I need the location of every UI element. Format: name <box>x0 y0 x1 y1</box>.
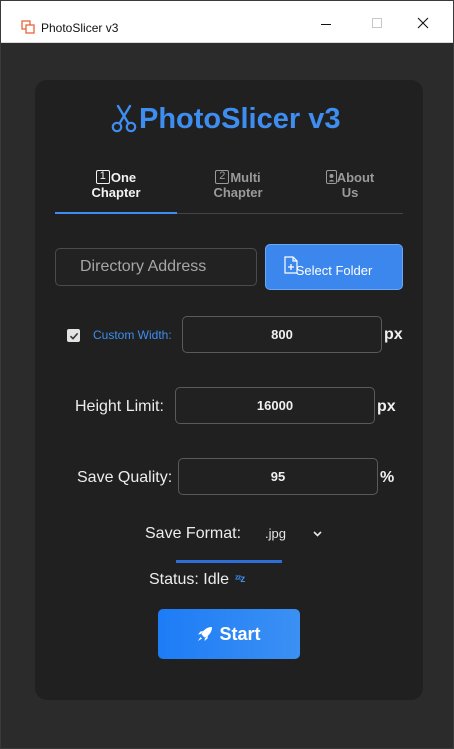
custom-width-checkbox[interactable] <box>67 329 80 342</box>
directory-address-input[interactable] <box>55 248 257 286</box>
window-title: PhotoSlicer v3 <box>41 21 119 35</box>
app-window: PhotoSlicer v3 PhotoSlicer v3 1 One Chapt… <box>0 0 454 749</box>
close-button[interactable] <box>401 9 445 37</box>
quality-unit: % <box>380 469 395 486</box>
active-tab-indicator <box>55 212 177 214</box>
select-folder-button[interactable]: Select Folder <box>265 244 403 290</box>
tab-one-chapter[interactable]: 1 One Chapter <box>55 170 177 210</box>
tab-number-icon: 2 <box>215 170 230 184</box>
title-bar: PhotoSlicer v3 <box>1 1 453 43</box>
tab-label-line1: About <box>289 170 411 185</box>
height-limit-label: Height Limit: <box>75 398 164 415</box>
select-folder-label: Select Folder <box>295 263 373 278</box>
width-unit: px <box>384 326 403 343</box>
sleep-zzz-icon: ᶻᶻz <box>235 574 245 585</box>
scissors-icon <box>111 104 137 133</box>
start-label: Start <box>219 623 261 644</box>
chevron-down-icon[interactable] <box>313 531 322 537</box>
minimize-icon <box>321 23 331 25</box>
app-logo-icon <box>21 20 35 34</box>
minimize-button[interactable] <box>304 9 348 37</box>
format-underline <box>176 560 282 563</box>
tab-label: Multi <box>230 170 261 185</box>
status-text: Status: Idle <box>149 571 230 588</box>
tab-number-icon: 1 <box>95 170 110 184</box>
maximize-button[interactable] <box>355 9 399 37</box>
save-format-label: Save Format: <box>145 525 242 542</box>
checkmark-icon <box>69 332 78 340</box>
tab-label: About <box>336 170 375 185</box>
file-add-icon <box>284 256 298 274</box>
maximize-icon <box>372 18 382 28</box>
tab-label-line1: 1 One <box>55 170 177 185</box>
tab-label-line1: 2 Multi <box>177 170 299 185</box>
tab-label-line2: Us <box>341 185 359 200</box>
tab-label: One <box>110 170 137 185</box>
close-icon <box>417 17 429 29</box>
tab-about-us[interactable]: About Us <box>289 170 411 210</box>
custom-width-input[interactable]: 800 <box>182 316 382 353</box>
document-user-icon <box>325 170 337 184</box>
tab-label-line2: Chapter <box>213 185 263 200</box>
height-limit-input[interactable]: 16000 <box>175 387 375 424</box>
tab-label-line2: Chapter <box>91 185 141 200</box>
app-heading: PhotoSlicer v3 <box>139 103 341 135</box>
tab-multi-chapter[interactable]: 2 Multi Chapter <box>177 170 299 210</box>
start-button[interactable]: Start <box>158 609 300 659</box>
save-quality-input[interactable]: 95 <box>178 458 378 495</box>
custom-width-label: Custom Width: <box>93 328 172 342</box>
status-indicator: Status: Idle ᶻᶻz <box>149 570 245 590</box>
client-area: PhotoSlicer v3 1 One Chapter 2 Multi Chapt… <box>11 44 443 738</box>
height-unit: px <box>377 398 396 415</box>
save-quality-label: Save Quality: <box>77 469 173 486</box>
main-panel: PhotoSlicer v3 1 One Chapter 2 Multi Chapt… <box>35 80 423 700</box>
rocket-icon <box>198 627 213 641</box>
brand-header: PhotoSlicer v3 <box>111 102 340 136</box>
